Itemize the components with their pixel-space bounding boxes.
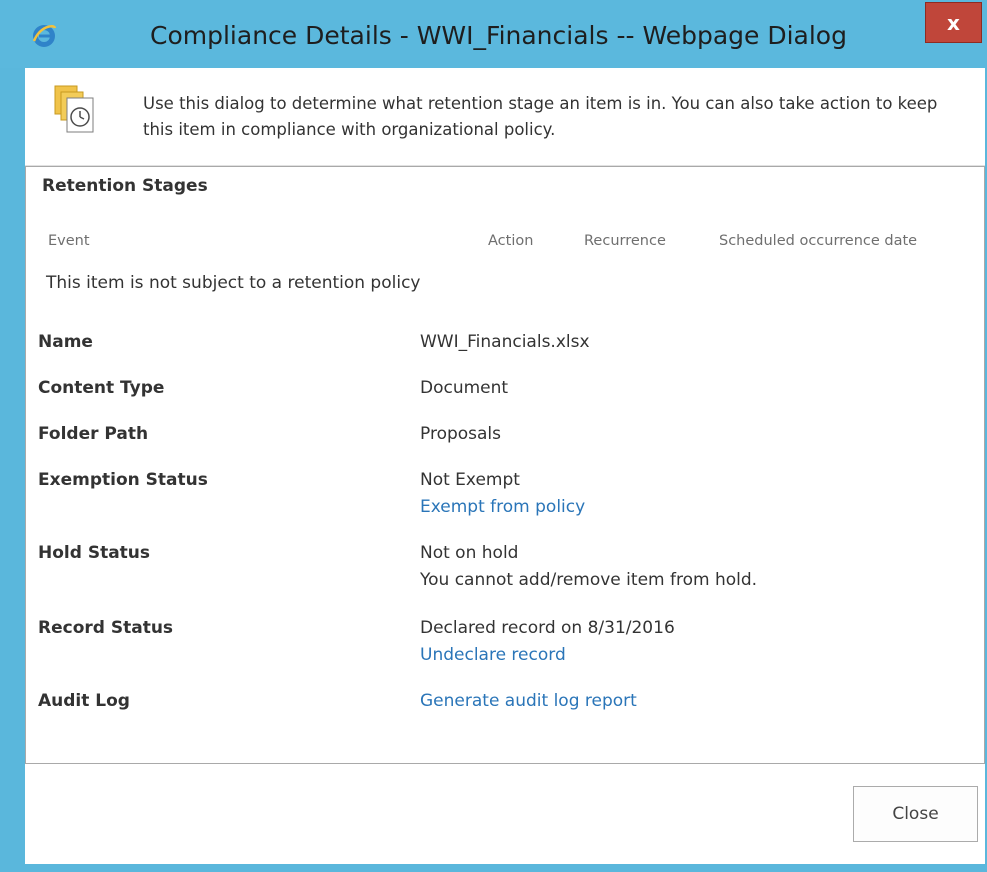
exempt-from-policy-link[interactable]: Exempt from policy bbox=[420, 497, 585, 517]
close-button[interactable]: Close bbox=[853, 786, 978, 842]
column-header-action: Action bbox=[488, 233, 534, 249]
intro-description: Use this dialog to determine what retent… bbox=[143, 94, 938, 139]
column-header-recurrence: Recurrence bbox=[584, 233, 666, 249]
name-value: WWI_Financials.xlsx bbox=[420, 332, 590, 352]
intro-section: Use this dialog to determine what retent… bbox=[25, 68, 985, 166]
record-status-value: Declared record on 8/31/2016 bbox=[420, 618, 675, 638]
exemption-status-value: Not Exempt bbox=[420, 470, 520, 490]
dialog-window: Compliance Details - WWI_Financials -- W… bbox=[0, 0, 987, 872]
hold-status-note: You cannot add/remove item from hold. bbox=[420, 570, 758, 590]
hold-status-value: Not on hold bbox=[420, 543, 519, 563]
hold-status-label: Hold Status bbox=[38, 543, 151, 563]
record-status-label: Record Status bbox=[38, 618, 174, 638]
internet-explorer-icon bbox=[32, 24, 57, 47]
content-type-value: Document bbox=[420, 378, 509, 398]
content-type-label: Content Type bbox=[38, 378, 165, 398]
audit-log-label: Audit Log bbox=[38, 691, 130, 711]
generate-audit-log-report-link[interactable]: Generate audit log report bbox=[420, 691, 637, 711]
name-label: Name bbox=[38, 332, 93, 352]
retention-empty-message: This item is not subject to a retention … bbox=[46, 273, 421, 293]
compliance-details-panel: Retention Stages Event Action Recurrence… bbox=[25, 166, 985, 764]
compliance-document-clock-icon bbox=[54, 85, 94, 133]
column-header-event: Event bbox=[48, 233, 90, 249]
folder-path-value: Proposals bbox=[420, 424, 502, 444]
dialog-title: Compliance Details - WWI_Financials -- W… bbox=[150, 21, 847, 50]
exemption-status-label: Exemption Status bbox=[38, 470, 208, 490]
window-close-button[interactable]: x bbox=[925, 2, 982, 43]
undeclare-record-link[interactable]: Undeclare record bbox=[420, 645, 566, 665]
column-header-scheduled-date: Scheduled occurrence date bbox=[719, 233, 918, 249]
dialog-body: Use this dialog to determine what retent… bbox=[25, 68, 985, 864]
retention-stages-title: Retention Stages bbox=[42, 176, 208, 196]
folder-path-label: Folder Path bbox=[38, 424, 149, 444]
title-bar: Compliance Details - WWI_Financials -- W… bbox=[0, 0, 987, 68]
